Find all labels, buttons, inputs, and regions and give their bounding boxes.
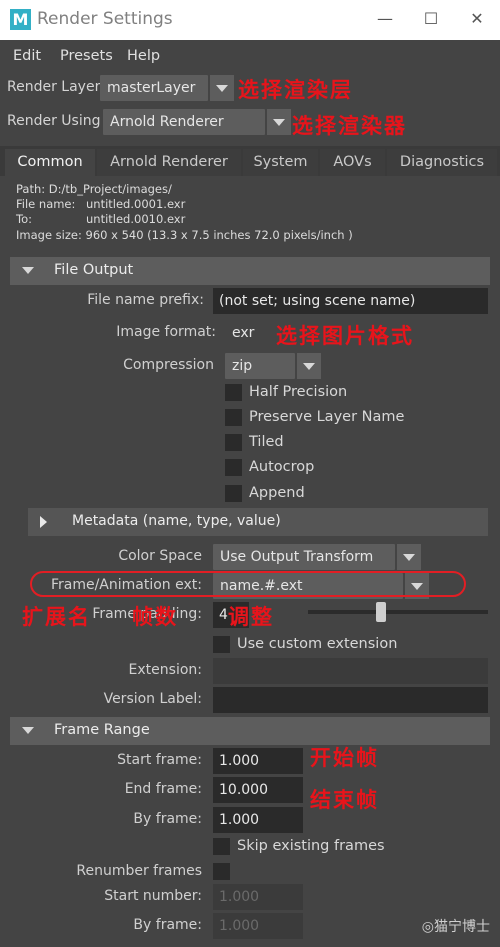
file-output-title: File Output [54,262,134,278]
frame-range-header[interactable]: Frame Range [10,717,490,745]
annotation-start-frame: 开始帧 [310,746,379,770]
annotation-ext-adjust: 调整 [228,605,274,629]
image-format-label: Image format: [116,324,216,340]
renumber-frames-label: Renumber frames [76,863,202,879]
frame-padding-slider-track[interactable] [308,610,488,614]
use-custom-extension-label: Use custom extension [237,636,398,652]
menu-help[interactable]: Help [127,48,160,64]
by-frame-input[interactable]: 1.000 [213,807,303,833]
to-label: To: [16,212,32,226]
renumber-by-frame-input: 1.000 [213,913,303,939]
path-info: Path: D:/tb_Project/images/ [16,182,172,196]
chevron-down-icon [273,119,285,126]
to-value: untitled.0010.exr [86,212,186,226]
maya-logo: M [10,9,31,30]
metadata-header[interactable]: Metadata (name, type, value) [28,508,488,536]
collapse-icon [22,267,34,274]
tab-common[interactable]: Common [5,149,95,176]
chevron-down-icon [303,363,315,370]
file-name-prefix-input[interactable]: (not set; using scene name) [213,288,488,314]
renumber-frames-checkbox[interactable] [213,863,230,880]
annotation-renderer: 选择渲染器 [292,114,407,138]
close-button[interactable]: ✕ [464,6,490,32]
frame-padding-slider-handle[interactable] [376,602,386,622]
color-space-dropdown-arrow[interactable] [397,544,421,570]
annotation-ext-frames: 帧数 [132,605,178,629]
compression-dropdown-arrow[interactable] [297,353,321,379]
chevron-down-icon [216,85,228,92]
compression-label: Compression [123,357,214,373]
extension-input [213,658,488,684]
start-frame-input[interactable]: 1.000 [213,748,303,774]
use-custom-extension-checkbox[interactable] [213,636,230,653]
by-frame-label: By frame: [133,811,202,827]
file-output-header[interactable]: File Output [10,257,490,285]
extension-label: Extension: [128,662,202,678]
color-space-label: Color Space [118,548,202,564]
annotation-format: 选择图片格式 [276,324,414,348]
end-frame-label: End frame: [124,781,202,797]
highlight-oval [30,571,466,597]
start-number-input: 1.000 [213,884,303,910]
expand-icon [40,516,47,528]
watermark: ◎猫宁博士 [421,919,490,935]
tab-diagnostics[interactable]: Diagnostics [387,149,497,176]
compression-dropdown[interactable]: zip [225,353,295,379]
render-layer-dropdown-arrow[interactable] [210,75,234,101]
menu-presets[interactable]: Presets [60,48,113,64]
tiled-checkbox[interactable] [225,434,242,451]
minimize-button[interactable]: — [372,6,398,32]
tiled-label: Tiled [249,434,284,450]
menu-edit[interactable]: Edit [13,48,41,64]
render-layer-dropdown[interactable]: masterLayer [100,75,208,101]
maximize-button[interactable]: ☐ [418,6,444,32]
append-label: Append [249,485,305,501]
renumber-by-frame-label: By frame: [133,917,202,933]
version-label-label: Version Label: [103,691,202,707]
annotation-layer: 选择渲染层 [238,78,353,102]
annotation-end-frame: 结束帧 [310,788,379,812]
autocrop-checkbox[interactable] [225,459,242,476]
preserve-layer-name-label: Preserve Layer Name [249,409,405,425]
image-size-info: Image size: 960 x 540 (13.3 x 7.5 inches… [16,228,353,242]
skip-existing-frames-label: Skip existing frames [237,838,385,854]
half-precision-label: Half Precision [249,384,348,400]
collapse-icon [22,727,34,734]
skip-existing-frames-checkbox[interactable] [213,838,230,855]
chevron-down-icon [403,554,415,561]
preserve-layer-name-checkbox[interactable] [225,409,242,426]
start-number-label: Start number: [104,888,202,904]
metadata-title: Metadata (name, type, value) [72,513,281,529]
start-frame-label: Start frame: [117,752,202,768]
append-checkbox[interactable] [225,485,242,502]
render-layer-label: Render Layer [7,79,101,95]
file-name-label: File name: [16,197,76,211]
file-name-value: untitled.0001.exr [86,197,186,211]
render-using-dropdown-arrow[interactable] [267,109,291,135]
half-precision-checkbox[interactable] [225,384,242,401]
file-name-prefix-label: File name prefix: [87,292,204,308]
frame-range-title: Frame Range [54,722,150,738]
annotation-ext-name: 扩展名 [22,605,91,629]
render-using-label: Render Using [7,113,101,129]
end-frame-input[interactable]: 10.000 [213,777,303,803]
color-space-dropdown[interactable]: Use Output Transform [213,544,395,570]
tab-system[interactable]: System [243,149,318,176]
tab-arnold-renderer[interactable]: Arnold Renderer [97,149,241,176]
render-using-dropdown[interactable]: Arnold Renderer [103,109,265,135]
autocrop-label: Autocrop [249,459,315,475]
window-title: Render Settings [37,9,173,29]
image-format-dropdown[interactable]: exr [225,320,269,346]
version-label-input[interactable] [213,687,488,713]
tab-aovs[interactable]: AOVs [320,149,385,176]
